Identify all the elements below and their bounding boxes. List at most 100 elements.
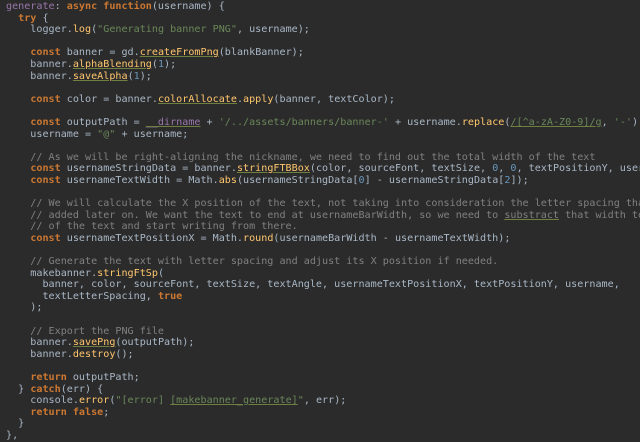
code-line[interactable]: const usernameTextWidth = Math.abs(usern… <box>0 175 640 187</box>
code-line[interactable]: // Generate the text with letter spacing… <box>0 256 640 268</box>
code-token: usernameStringData = banner. <box>61 163 237 174</box>
code-token: (usernameStringData[ <box>237 175 359 186</box>
code-token: ]); <box>510 175 528 186</box>
code-token: , err); <box>304 395 347 406</box>
code-token: substract <box>504 210 559 221</box>
code-token: } <box>6 418 24 429</box>
code-token: console. <box>6 395 79 406</box>
code-token: stringFtSp <box>97 268 158 279</box>
code-token <box>6 407 30 418</box>
code-token: colorAllocate <box>158 94 237 105</box>
code-line[interactable]: banner.destroy(); <box>0 349 640 361</box>
code-token: : <box>55 1 67 12</box>
code-line[interactable]: } catch(err) { <box>0 384 640 396</box>
code-token: const <box>30 233 60 244</box>
code-token: generate <box>6 1 55 12</box>
code-token: that width to the width <box>559 210 640 221</box>
code-line[interactable]: textLetterSpacing, true <box>0 291 640 303</box>
code-token: (banner, textColor); <box>273 94 395 105</box>
code-token: round <box>243 233 273 244</box>
code-token: '-' <box>614 117 632 128</box>
code-token: (err) { <box>61 384 104 395</box>
code-line[interactable] <box>0 140 640 152</box>
code-line[interactable]: // As we will be right-aligning the nick… <box>0 152 640 164</box>
code-token: return <box>30 372 66 383</box>
code-line[interactable]: const outputPath = __dirname + '/../asse… <box>0 117 640 129</box>
code-token: , <box>602 117 614 128</box>
code-line[interactable]: } <box>0 418 640 430</box>
code-token: const <box>30 175 60 186</box>
code-line[interactable]: logger.log("Generating banner PNG", user… <box>0 24 640 36</box>
code-token <box>6 94 30 105</box>
code-token: + username; <box>115 129 188 140</box>
code-token: savePng <box>73 337 116 348</box>
code-line[interactable]: banner.saveAlpha(1); <box>0 71 640 83</box>
code-line[interactable]: generate: async function(username) { <box>0 1 640 13</box>
code-line[interactable]: const banner = gd.createFromPng(blankBan… <box>0 47 640 59</box>
code-token: replace <box>462 117 505 128</box>
code-token: (blankBanner); <box>219 47 304 58</box>
code-token: const <box>30 163 60 174</box>
code-token: logger. <box>6 24 73 35</box>
code-line[interactable] <box>0 105 640 117</box>
code-token: }, <box>6 430 18 441</box>
code-token: alphaBlending <box>73 59 152 70</box>
code-line[interactable] <box>0 82 640 94</box>
code-line[interactable]: try { <box>0 13 640 25</box>
code-token: '/../assets/banners/banner-' <box>219 117 389 128</box>
code-line[interactable]: banner.savePng(outputPath); <box>0 337 640 349</box>
code-token: banner. <box>6 349 73 360</box>
code-line[interactable]: banner, color, sourceFont, textSize, tex… <box>0 279 640 291</box>
code-line[interactable]: // We will calculate the X position of t… <box>0 198 640 210</box>
code-line[interactable]: // Export the PNG file <box>0 326 640 338</box>
code-token: ); <box>164 59 176 70</box>
code-token <box>6 233 30 244</box>
code-token <box>6 175 30 186</box>
code-token <box>6 13 18 24</box>
code-line[interactable] <box>0 314 640 326</box>
code-line[interactable] <box>0 36 640 48</box>
code-token: stringFTBBox <box>237 163 310 174</box>
code-token: "[error] <box>115 395 170 406</box>
code-line[interactable]: banner.alphaBlending(1); <box>0 59 640 71</box>
code-token: saveAlpha <box>73 71 128 82</box>
code-line[interactable]: // added later on. We want the text to e… <box>0 210 640 222</box>
code-token: async function <box>67 1 152 12</box>
code-token: ) + <box>632 117 640 128</box>
code-token: outputPath = <box>61 117 146 128</box>
code-line[interactable]: const usernameStringData = banner.string… <box>0 163 640 175</box>
code-line[interactable]: makebanner.stringFtSp( <box>0 268 640 280</box>
code-line[interactable] <box>0 244 640 256</box>
code-token: ); <box>6 302 42 313</box>
code-token: // Export the PNG file <box>6 326 164 337</box>
code-token <box>6 117 30 128</box>
code-token: banner. <box>6 337 73 348</box>
code-line[interactable]: ); <box>0 302 640 314</box>
code-token: true <box>158 291 182 302</box>
code-token: (); <box>115 349 133 360</box>
code-token <box>6 47 30 58</box>
code-token: // Generate the text with letter spacing… <box>6 256 498 267</box>
code-line[interactable]: // of the text and start writing from th… <box>0 221 640 233</box>
code-token <box>6 163 30 174</box>
code-line[interactable]: const usernameTextPositionX = Math.round… <box>0 233 640 245</box>
code-token: catch <box>30 384 60 395</box>
code-token: banner. <box>6 71 73 82</box>
code-line[interactable]: const color = banner.colorAllocate.apply… <box>0 94 640 106</box>
code-token: banner = gd. <box>61 47 140 58</box>
code-token: , <box>498 163 510 174</box>
code-token: "@" <box>97 129 115 140</box>
code-line[interactable]: return outputPath; <box>0 372 640 384</box>
code-token: log <box>73 24 91 35</box>
code-token: { <box>36 13 48 24</box>
code-line[interactable]: }, <box>0 430 640 442</box>
code-line[interactable] <box>0 187 640 199</box>
code-token: textLetterSpacing, <box>6 291 158 302</box>
code-editor[interactable]: generate: async function(username) { try… <box>0 0 640 425</box>
code-line[interactable] <box>0 360 640 372</box>
code-line[interactable]: username = "@" + username; <box>0 129 640 141</box>
code-line[interactable]: return false; <box>0 407 640 419</box>
code-token: try <box>18 13 36 24</box>
code-line[interactable]: console.error("[error] [makebanner_gener… <box>0 395 640 407</box>
code-token: ] - usernameStringData[ <box>365 175 505 186</box>
